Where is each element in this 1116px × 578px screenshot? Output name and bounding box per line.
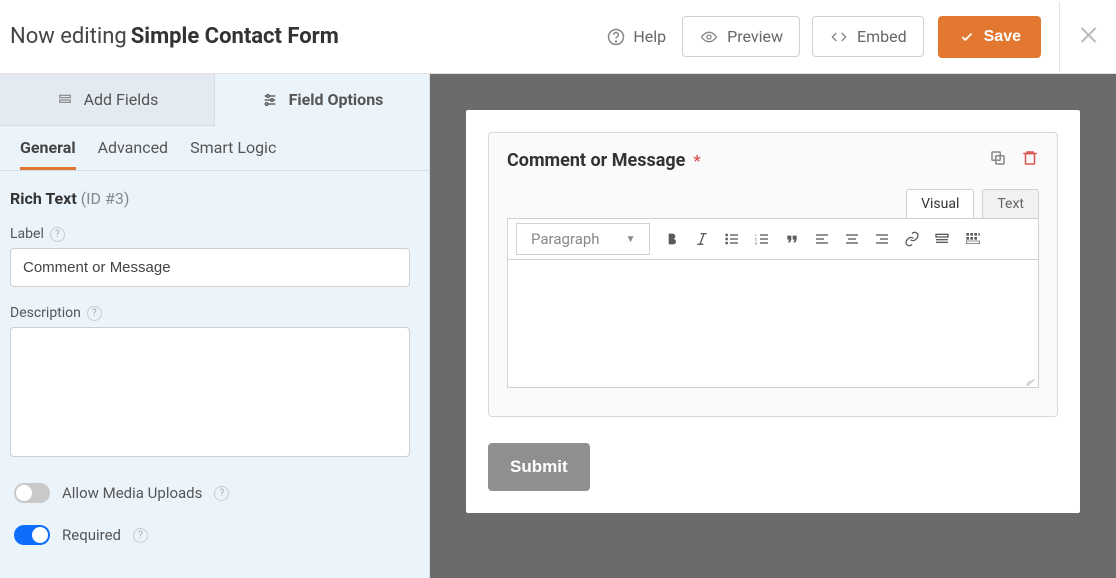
help-label: Help [633, 27, 666, 46]
top-bar: Now editing Simple Contact Form Help Pre… [0, 0, 1116, 74]
chevron-down-icon: ▼ [626, 234, 636, 245]
help-icon [607, 28, 625, 46]
tab-add-fields-label: Add Fields [84, 90, 159, 109]
label-label: Label ? [10, 226, 419, 242]
toolbar-toggle-icon[interactable] [964, 231, 982, 247]
tab-field-options-label: Field Options [289, 90, 384, 109]
subtab-general[interactable]: General [20, 138, 76, 170]
svg-text:3: 3 [755, 240, 757, 245]
subtab-smart-logic[interactable]: Smart Logic [190, 138, 276, 170]
sidebar-subtabs: General Advanced Smart Logic [0, 126, 429, 171]
fields-icon [56, 93, 74, 107]
italic-icon[interactable] [694, 231, 710, 247]
preview-button[interactable]: Preview [682, 16, 800, 57]
link-icon[interactable] [904, 231, 920, 247]
resize-handle-icon[interactable] [1024, 373, 1036, 385]
subtab-advanced[interactable]: Advanced [98, 138, 169, 170]
field-type: Rich Text [10, 189, 77, 208]
field-actions [989, 149, 1039, 171]
save-label: Save [984, 28, 1021, 46]
field-block-rich-text[interactable]: Comment or Message * Visual Text [488, 132, 1058, 417]
bullet-list-icon[interactable] [724, 231, 740, 247]
rte-tab-visual[interactable]: Visual [906, 189, 974, 218]
field-label: Comment or Message [507, 150, 685, 171]
insert-more-icon[interactable] [934, 231, 950, 247]
close-button[interactable] [1078, 23, 1102, 51]
help-button[interactable]: Help [607, 27, 666, 46]
delete-field-button[interactable] [1021, 149, 1039, 171]
rte-content-area[interactable] [507, 260, 1039, 388]
form-card: Comment or Message * Visual Text [466, 110, 1080, 513]
duplicate-field-button[interactable] [989, 149, 1007, 171]
toggle-media-label: Allow Media Uploads [62, 484, 202, 502]
main-area: Add Fields Field Options General Advance… [0, 74, 1116, 578]
description-label: Description ? [10, 305, 419, 321]
submit-button[interactable]: Submit [488, 443, 590, 491]
rte-format-value: Paragraph [531, 230, 600, 248]
embed-button[interactable]: Embed [812, 16, 924, 57]
row-description: Description ? [10, 305, 419, 461]
field-meta: Rich Text (ID #3) [10, 185, 419, 218]
help-icon[interactable]: ? [50, 227, 65, 242]
rte-tab-text[interactable]: Text [982, 189, 1039, 218]
help-icon[interactable]: ? [87, 306, 102, 321]
help-icon[interactable]: ? [133, 528, 148, 543]
align-center-icon[interactable] [844, 231, 860, 247]
vertical-divider [1059, 2, 1060, 72]
eye-icon [699, 29, 719, 45]
toggle-media-uploads: Allow Media Uploads ? [10, 483, 419, 503]
tab-field-options[interactable]: Field Options [215, 74, 429, 126]
rte-format-select[interactable]: Paragraph ▼ [516, 223, 650, 255]
save-button[interactable]: Save [938, 16, 1041, 58]
title-form-name: Simple Contact Form [131, 24, 339, 49]
field-id: (ID #3) [81, 189, 130, 208]
check-icon [958, 30, 976, 44]
sidebar-tabs: Add Fields Field Options [0, 74, 429, 126]
row-label: Label ? [10, 226, 419, 287]
field-header: Comment or Message * [507, 149, 1039, 171]
label-input[interactable] [10, 248, 410, 287]
help-icon[interactable]: ? [214, 486, 229, 501]
sidebar: Add Fields Field Options General Advance… [0, 74, 430, 578]
title-prefix: Now editing [10, 24, 127, 49]
description-textarea[interactable] [10, 327, 410, 457]
switch-media-uploads[interactable] [14, 483, 50, 503]
align-right-icon[interactable] [874, 231, 890, 247]
canvas: Comment or Message * Visual Text [430, 74, 1116, 578]
rte-tabs: Visual Text [507, 189, 1039, 218]
preview-label: Preview [727, 27, 783, 46]
align-left-icon[interactable] [814, 231, 830, 247]
toggle-required: Required ? [10, 525, 419, 545]
sliders-icon [261, 92, 279, 108]
tab-add-fields[interactable]: Add Fields [0, 74, 215, 126]
options-panel: Rich Text (ID #3) Label ? Description ? [0, 171, 429, 575]
numbered-list-icon[interactable]: 123 [754, 231, 770, 247]
toggle-required-label: Required [62, 526, 121, 544]
code-icon [829, 29, 849, 45]
rte-toolbar: Paragraph ▼ 123 [507, 218, 1039, 260]
bold-icon[interactable] [664, 231, 680, 247]
switch-required[interactable] [14, 525, 50, 545]
blockquote-icon[interactable] [784, 231, 800, 247]
required-asterisk: * [693, 151, 700, 170]
embed-label: Embed [857, 27, 907, 46]
